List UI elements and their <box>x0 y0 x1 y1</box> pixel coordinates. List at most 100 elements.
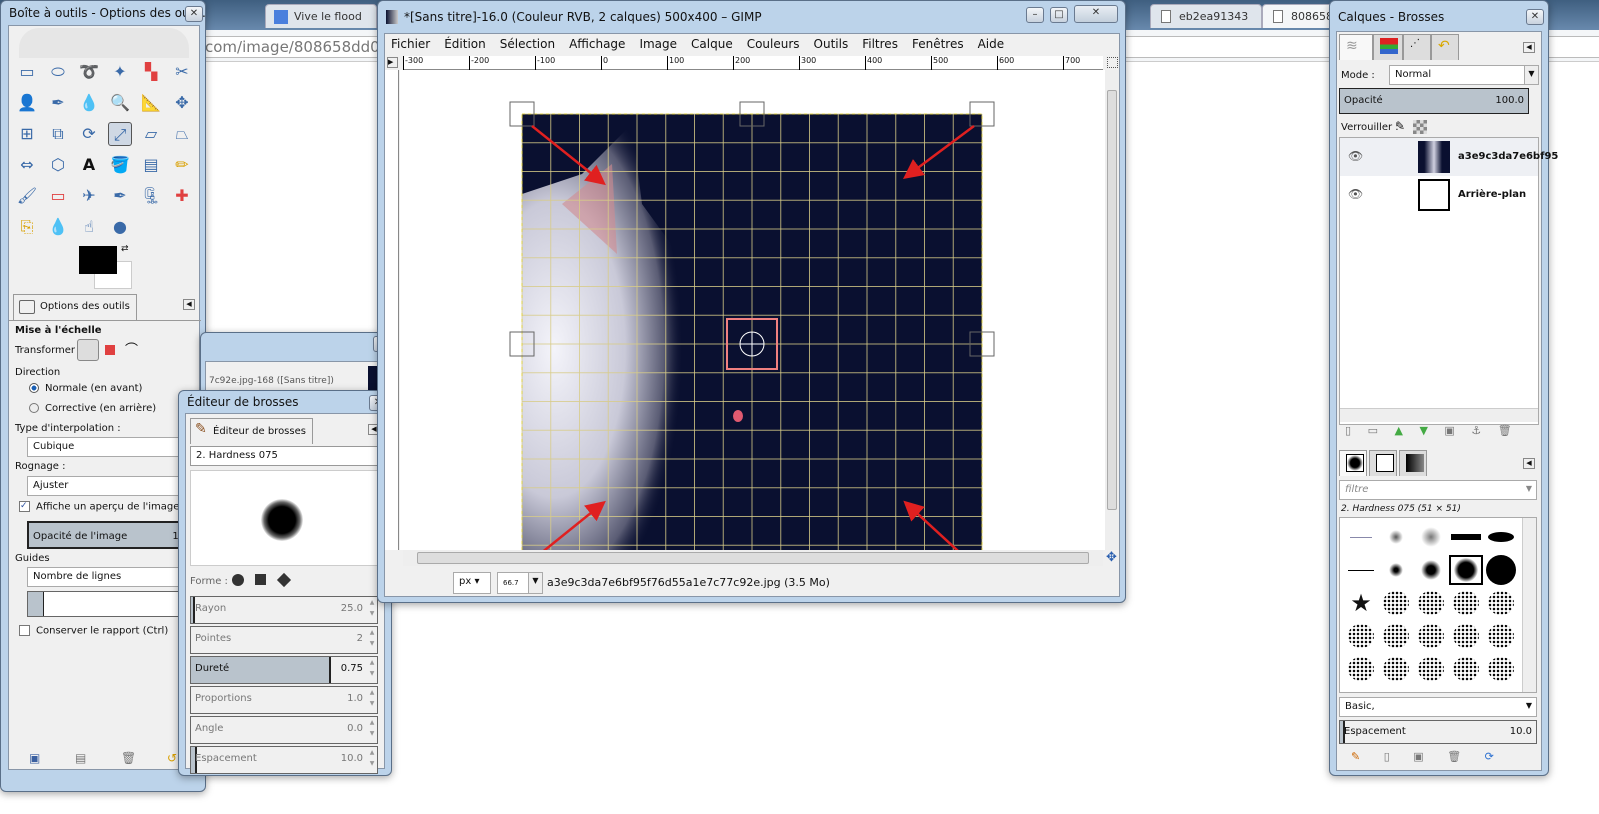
chevron-down-icon[interactable]: ▼ <box>1522 481 1536 499</box>
brush-param-angle[interactable]: Angle 0.0 ▲ ▼ <box>190 716 378 744</box>
color-picker-tool[interactable]: 💧 <box>77 91 101 115</box>
unit-select[interactable]: px ▾ <box>453 572 491 594</box>
foreground-color-swatch[interactable] <box>79 246 117 274</box>
reset-options-icon[interactable]: ↺ <box>167 751 177 765</box>
raise-layer-icon[interactable]: ▲ <box>1394 424 1402 437</box>
new-brush-icon[interactable]: ▯ <box>1384 750 1390 763</box>
tab-tool-options[interactable]: Options des outils <box>13 294 137 320</box>
menu-édition[interactable]: Édition <box>444 37 486 51</box>
tab-brushes[interactable] <box>1339 450 1367 476</box>
maximize-button[interactable]: □ <box>1050 7 1068 23</box>
vertical-scrollbar[interactable] <box>1105 70 1119 550</box>
brush-tag-input[interactable]: Basic, ▼ <box>1339 697 1537 717</box>
flip-tool[interactable]: ⇔ <box>15 153 39 177</box>
brush-item[interactable] <box>1414 654 1448 684</box>
layer-name[interactable]: a3e9c3da7e6bf95 <box>1458 151 1558 162</box>
layer-row[interactable]: 👁 a3e9c3da7e6bf95 <box>1340 138 1558 176</box>
close-button[interactable]: ✕ <box>185 6 203 22</box>
brush-item[interactable] <box>1414 522 1448 552</box>
brush-item[interactable]: ★ <box>1344 588 1378 618</box>
spinner[interactable]: ▲ ▼ <box>367 747 377 773</box>
chevron-down-icon[interactable]: ▼ <box>1522 698 1536 716</box>
tab-paths[interactable]: ⋰ <box>1403 34 1431 60</box>
tab-channels[interactable] <box>1373 34 1403 60</box>
edit-brush-icon[interactable]: ✎ <box>1351 750 1360 763</box>
keep-ratio-checkbox[interactable]: Conserver le rapport (Ctrl) <box>19 625 168 637</box>
brush-param-espacement[interactable]: Espacement 10.0 ▲ ▼ <box>190 746 378 774</box>
spinner[interactable]: ▲ ▼ <box>367 597 377 623</box>
canvas-svg[interactable]: © LIMA-ISE 2009 <box>400 70 1105 587</box>
fuzzy-select-tool[interactable]: ✦ <box>108 60 132 84</box>
duplicate-layer-icon[interactable]: ▣ <box>1444 424 1454 437</box>
brush-item[interactable] <box>1484 654 1518 684</box>
brush-item[interactable] <box>1484 621 1518 651</box>
spinner[interactable]: ▲ ▼ <box>367 657 377 683</box>
paths-tool[interactable]: ✒ <box>46 91 70 115</box>
new-group-icon[interactable]: ▭ <box>1368 424 1378 437</box>
ink-tool[interactable]: ✒ <box>108 184 132 208</box>
zoom-on-resize-icon[interactable] <box>1107 57 1118 68</box>
align-tool[interactable]: ⊞ <box>15 122 39 146</box>
shape-circle-button[interactable] <box>232 574 244 586</box>
scroll-thumb[interactable] <box>417 552 1089 564</box>
brush-item[interactable] <box>1449 588 1483 618</box>
brush-item[interactable] <box>1379 621 1413 651</box>
layer-opacity-slider[interactable]: Opacité 100.0 <box>1339 88 1529 114</box>
brush-item[interactable] <box>1449 522 1483 552</box>
brush-param-rayon[interactable]: Rayon 25.0 ▲ ▼ <box>190 596 378 624</box>
perspective-tool[interactable]: ⏢ <box>170 122 194 146</box>
eraser-tool[interactable]: ▭ <box>46 184 70 208</box>
menu-image[interactable]: Image <box>639 37 677 51</box>
tab-undo[interactable]: ↶ <box>1431 34 1459 60</box>
brush-item[interactable] <box>1484 522 1518 552</box>
text-tool[interactable]: A <box>77 153 101 177</box>
menu-calque[interactable]: Calque <box>691 37 733 51</box>
chevron-down-icon[interactable]: ▼ <box>528 573 542 593</box>
tab-layers[interactable]: ≋ <box>1339 34 1373 60</box>
menu-couleurs[interactable]: Couleurs <box>747 37 800 51</box>
pencil-tool[interactable]: ✏ <box>170 153 194 177</box>
menu-aide[interactable]: Aide <box>978 37 1005 51</box>
smudge-tool[interactable]: ☝ <box>77 215 101 239</box>
menu-sélection[interactable]: Sélection <box>500 37 555 51</box>
brush-filter-input[interactable]: filtre ▼ <box>1339 480 1537 500</box>
brush-item[interactable] <box>1449 621 1483 651</box>
clone-tool[interactable]: 🗜 <box>139 184 163 208</box>
brush-name-field[interactable]: 2. Hardness 075 <box>190 446 380 466</box>
tab-menu-icon[interactable]: ◀ <box>183 299 195 310</box>
minimize-button[interactable]: – <box>1026 7 1044 23</box>
radio-corrective[interactable]: Corrective (en arrière) <box>29 403 156 414</box>
brush-spacing-slider[interactable]: Espacement 10.0 <box>1339 720 1537 744</box>
menu-outils[interactable]: Outils <box>814 37 849 51</box>
lasso-tool[interactable]: ➰ <box>77 60 101 84</box>
zoom-tool[interactable]: 🔍 <box>108 91 132 115</box>
brush-item[interactable] <box>1344 621 1378 651</box>
brush-item[interactable] <box>1414 555 1448 585</box>
shear-tool[interactable]: ▱ <box>139 122 163 146</box>
scroll-thumb[interactable] <box>1107 90 1117 510</box>
ellipse-select-tool[interactable]: ⬭ <box>46 60 70 84</box>
tab-patterns[interactable] <box>1369 450 1397 476</box>
shape-square-button[interactable] <box>255 574 266 585</box>
move-tool[interactable]: ✥ <box>170 91 194 115</box>
vertical-scrollbar[interactable] <box>1522 518 1536 692</box>
brush-item[interactable] <box>1449 555 1483 585</box>
chevron-down-icon[interactable]: ▼ <box>1524 66 1538 84</box>
brush-param-dureté[interactable]: Dureté 0.75 ▲ ▼ <box>190 656 378 684</box>
paintbrush-tool[interactable]: 🖌 <box>15 184 39 208</box>
zoom-select[interactable]: 66.7 ▼ <box>497 572 543 594</box>
save-options-icon[interactable]: ▣ <box>29 751 40 765</box>
delete-layer-icon[interactable]: 🗑 <box>1498 424 1512 437</box>
brush-item[interactable] <box>1379 555 1413 585</box>
layer-row[interactable]: 👁 Arrière-plan <box>1340 176 1538 214</box>
shape-diamond-button[interactable] <box>276 572 292 588</box>
new-layer-icon[interactable]: ▯ <box>1345 424 1351 437</box>
brush-item[interactable] <box>1344 555 1378 585</box>
rect-select-tool[interactable]: ▭ <box>15 60 39 84</box>
measure-tool[interactable]: 📐 <box>139 91 163 115</box>
refresh-brushes-icon[interactable]: ⟳ <box>1485 750 1494 763</box>
eye-icon[interactable]: 👁 <box>1348 149 1363 163</box>
crop-tool[interactable]: ⧉ <box>46 122 70 146</box>
tab-brush-editor[interactable]: ✎ Éditeur de brosses <box>190 418 313 444</box>
brush-item[interactable] <box>1449 654 1483 684</box>
